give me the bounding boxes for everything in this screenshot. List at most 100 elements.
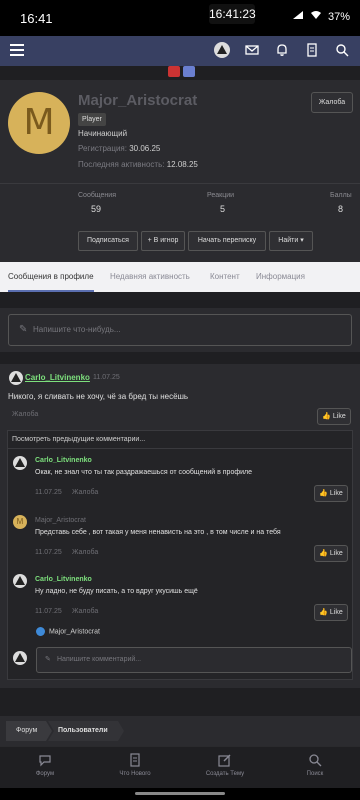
registration-date: 30.06.25 [129,144,161,153]
comment-like-button[interactable]: 👍 Like [314,604,348,621]
post-text: Никого, я сливать не хочу, чё за бред ты… [8,392,189,401]
ignore-button[interactable]: + В игнор [141,231,185,251]
flag-icon [183,66,195,77]
nav-label: Поиск [306,771,324,777]
battery-percent: 37% [327,10,350,23]
status-bar: 16:41 16:41:23 37% [0,0,360,36]
comment-avatar[interactable] [13,574,27,588]
current-user-avatar [13,651,27,665]
bottom-navigation: Форум Что Нового Создать Тему Поиск [0,746,360,788]
nav-forum[interactable]: Форум [5,753,85,777]
bell-icon[interactable] [274,42,290,58]
thumbs-up-icon: 👍 [322,413,331,420]
stat-messages-value: 59 [91,204,102,214]
thumbs-up-icon: 👍 [319,490,328,497]
reactions-list[interactable]: Major_Aristocrat [36,627,100,636]
nav-search[interactable]: Поиск [275,753,355,777]
thumbs-up-icon: 👍 [319,609,328,616]
comment-input[interactable]: ✎ Напишите комментарий... [36,647,352,673]
comment-author[interactable]: Carlo_Litvinenko [35,457,92,464]
post-author-name[interactable]: Carlo_Litvinenko [25,373,90,382]
composer-placeholder: Напишите что-нибудь... [33,325,121,334]
comment-report-link[interactable]: Жалоба [72,549,98,556]
comment-like-button[interactable]: 👍 Like [314,485,348,502]
status-time: 16:41 [20,11,53,26]
like-label: Like [329,490,343,497]
comment-author[interactable]: Major_Aristocrat [35,517,86,524]
stat-reactions-label: Реакции [207,192,235,199]
report-button[interactable]: Жалоба [311,92,353,113]
comments-section: Посмотреть предыдущие комментарии... Car… [7,430,353,680]
search-icon[interactable] [334,42,350,58]
nav-whats-new[interactable]: Что Нового [95,753,175,777]
profile-post-input[interactable]: ✎ Напишите что-нибудь... [8,314,352,346]
chevron-down-icon: ▾ [300,237,304,244]
spacer [0,352,360,364]
flag-strip [0,66,360,80]
tab-profile-posts[interactable]: Сообщения в профиле [8,262,94,292]
stat-reactions-value: 5 [220,204,226,214]
bookmarks-icon[interactable] [304,42,320,58]
comment-author[interactable]: Carlo_Litvinenko [35,576,92,583]
signal-icon [292,10,304,23]
like-label: Like [332,413,346,420]
pencil-icon: ✎ [19,324,28,335]
profile-header: M Major_Aristocrat Player Начинающий Рег… [0,80,360,262]
comment-like-button[interactable]: 👍 Like [314,545,348,562]
breadcrumb-users[interactable]: Пользователи [58,723,108,739]
post-date-separator: · [88,374,91,381]
comment-date[interactable]: 11.07.25 [35,489,62,496]
breadcrumb: Форум Пользователи [0,716,360,746]
find-dropdown[interactable]: Найти ▾ [269,231,313,251]
find-label: Найти [278,237,299,244]
nav-create-thread[interactable]: Создать Тему [185,753,265,777]
stat-points-value: 8 [338,204,344,214]
profile-tabs: Сообщения в профиле Недавняя активность … [0,262,360,292]
comment-text: Ну ладно, не буду писать, а то вдруг уку… [35,588,198,595]
post-author-avatar[interactable] [9,371,23,385]
document-icon [128,753,142,767]
menu-icon[interactable] [10,44,24,59]
account-avatar[interactable] [214,42,230,58]
chat-icon [38,753,52,767]
like-label: Like [329,609,343,616]
tab-content[interactable]: Контент [210,262,240,292]
comment-avatar[interactable] [13,456,27,470]
search-icon [308,753,322,767]
profile-post-composer: ✎ Напишите что-нибудь... [0,308,360,352]
registration-info: Регистрация: 30.06.25 [78,144,160,153]
comment-report-link[interactable]: Жалоба [72,608,98,615]
pencil-icon: ✎ [45,656,51,663]
stat-messages-label: Сообщения [78,192,116,199]
messages-icon[interactable] [244,42,260,58]
edit-icon [218,753,232,767]
breadcrumb-forum[interactable]: Форум [16,723,37,739]
post-date[interactable]: 11.07.25 [93,374,120,381]
system-home-bar[interactable] [0,788,360,800]
start-conversation-button[interactable]: Начать переписку [188,231,266,251]
user-rank: Начинающий [78,129,128,138]
comment-date[interactable]: 11.07.25 [35,608,62,615]
top-navbar [0,36,360,66]
top-nav-icons [214,42,350,58]
subscribe-button[interactable]: Подписаться [78,231,138,251]
comment-placeholder: Напишите комментарий... [57,656,142,663]
comment-report-link[interactable]: Жалоба [72,489,98,496]
nav-label: Создать Тему [205,771,245,777]
view-previous-comments[interactable]: Посмотреть предыдущие комментарии... [8,431,352,449]
like-label: Like [329,550,343,557]
comment-date[interactable]: 11.07.25 [35,549,62,556]
comment-avatar[interactable]: M [13,515,27,529]
registration-label: Регистрация: [78,144,127,153]
post-report-link[interactable]: Жалоба [12,411,38,418]
post-like-button[interactable]: 👍 Like [317,408,351,425]
like-reaction-icon [36,627,45,636]
tab-recent-activity[interactable]: Недавняя активность [110,262,190,292]
tab-information[interactable]: Информация [256,262,305,292]
stat-points-label: Баллы [330,192,352,199]
comment-text: Окак, не знал что ты так раздражаешься о… [35,469,252,476]
profile-avatar: M [8,92,70,154]
liker-name: Major_Aristocrat [48,628,100,636]
last-activity-info: Последняя активность: 12.08.25 [78,160,198,169]
comment-text: Представь себе , вот такая у меня ненави… [35,529,281,536]
